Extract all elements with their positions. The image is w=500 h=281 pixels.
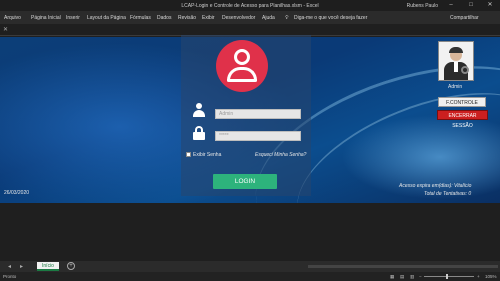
admin-photo [438,41,474,81]
tab-exibir[interactable]: Exibir [202,15,215,21]
zoom-level[interactable]: 105% [485,274,497,279]
minimize-icon[interactable]: – [444,0,458,11]
username-field[interactable]: Admin [215,109,301,119]
zoom-in-icon[interactable]: + [477,274,480,279]
status-ready: Pronto [3,274,17,279]
tab-pagina-inicial[interactable]: Página Inicial [31,15,61,21]
encerrar-sessao-button[interactable]: ENCERRAR SESSÃO [437,110,488,129]
forgot-password-link[interactable]: Esqueci Minha Senha? [255,152,306,158]
page-layout-icon[interactable]: ▤ [400,274,404,280]
show-password-label: Exibir Senha [193,152,222,158]
title-bar: LCAP-Login e Controle de Acesso para Pla… [0,0,500,11]
user-name[interactable]: Rubens Paulo [407,3,438,9]
ribbon-tabs: Arquivo Página Inicial Inserir Layout da… [0,11,500,24]
access-expiry: Acesso expira em(dias): Vitalício [399,183,472,189]
lightbulb-icon: 💡︎ [285,15,289,21]
zoom-out-icon[interactable]: − [419,274,422,279]
user-icon [192,103,206,117]
empty-grid-area[interactable] [0,203,500,261]
password-field[interactable]: ***** [215,131,301,141]
admin-name: Admin [448,84,463,90]
normal-view-icon[interactable]: ▦ [390,274,394,280]
sheet-tab-inicio[interactable]: Início [37,262,59,271]
tab-formulas[interactable]: Fórmulas [130,15,151,21]
page-break-icon[interactable]: ▥ [410,274,414,280]
tab-dados[interactable]: Dados [157,15,171,21]
close-icon[interactable]: ✕ [483,0,497,11]
sheet-tab-bar: ◂ ▸ Início + [0,261,500,272]
show-password-checkbox[interactable] [186,152,191,157]
attempts-count: Total de Tentativas: 0 [424,191,472,197]
maximize-icon[interactable]: □ [464,0,478,11]
tab-desenvolvedor[interactable]: Desenvolvedor [222,15,255,21]
login-button[interactable]: LOGIN [213,174,277,189]
status-bar: Pronto ▦ ▤ ▥ − + 105% [0,272,500,281]
tab-inserir[interactable]: Inserir [66,15,80,21]
key-icon [461,66,469,74]
current-date: 26/03/2020 [4,190,30,196]
next-sheet-icon[interactable]: ▸ [20,263,23,270]
zoom-slider[interactable] [424,276,474,277]
user-avatar-icon [216,40,268,92]
cancel-icon[interactable]: ✕ [3,26,8,33]
lock-icon [193,126,205,140]
add-sheet-icon[interactable]: + [67,262,75,270]
tell-me-search[interactable]: Diga-me o que você deseja fazer [294,15,367,21]
controle-button[interactable]: F.CONTROLE [438,97,486,107]
zoom-slider-thumb[interactable] [446,274,448,279]
tab-revisao[interactable]: Revisão [178,15,196,21]
horizontal-scrollbar[interactable] [308,265,498,268]
tab-arquivo[interactable]: Arquivo [4,15,21,21]
avatar-head [234,49,250,65]
avatar-body [227,67,257,82]
tab-ajuda[interactable]: Ajuda [262,15,275,21]
prev-sheet-icon[interactable]: ◂ [8,263,11,270]
tab-layout[interactable]: Layout da Página [87,15,126,21]
share-button[interactable]: Compartilhar [450,15,479,21]
